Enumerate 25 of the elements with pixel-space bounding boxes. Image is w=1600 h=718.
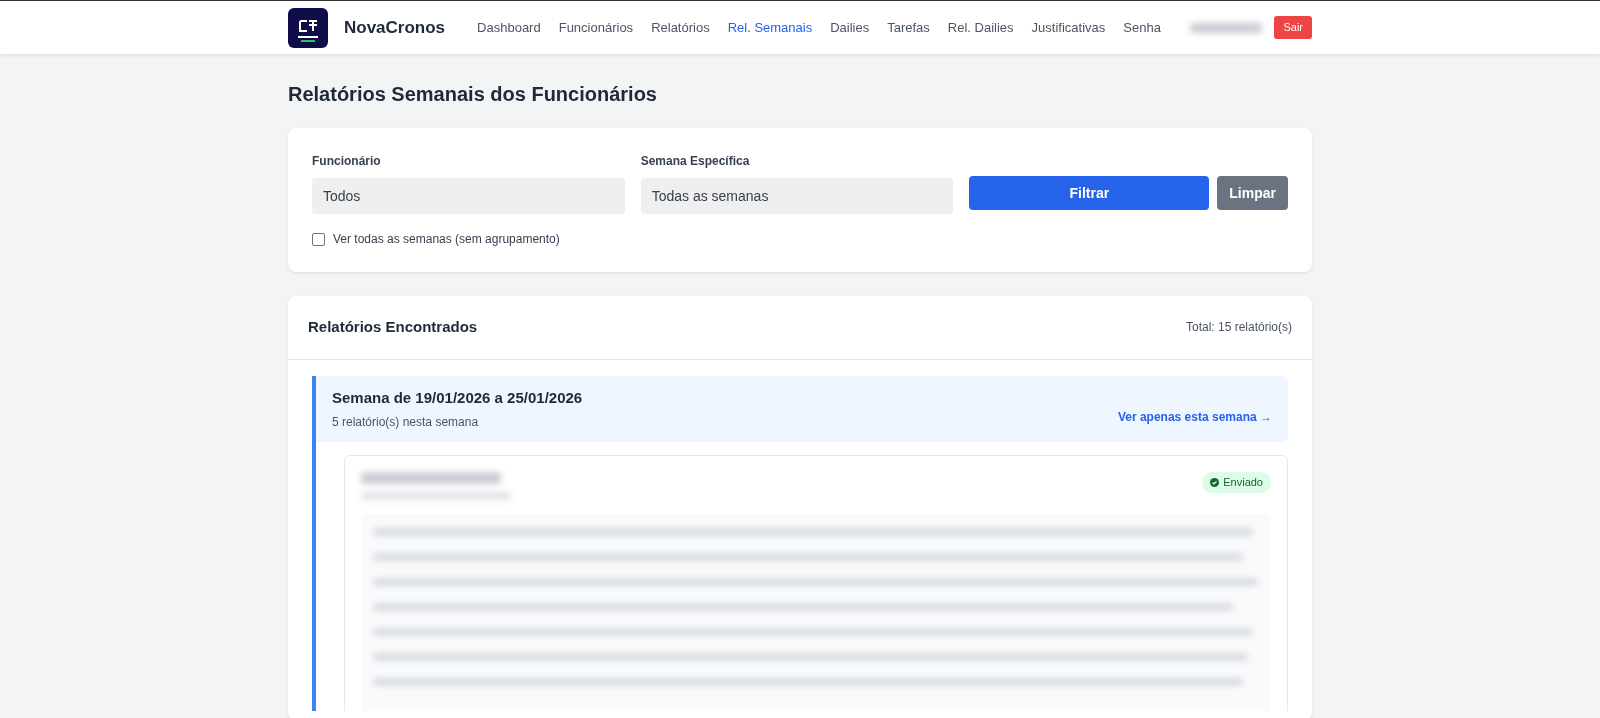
nav-link[interactable]: Senha bbox=[1123, 17, 1161, 38]
clear-button[interactable]: Limpar bbox=[1217, 176, 1288, 210]
nav-link[interactable]: Rel. Semanais bbox=[727, 17, 813, 38]
logout-button[interactable]: Sair bbox=[1274, 16, 1312, 39]
section-title: Relatórios Encontrados bbox=[308, 317, 478, 337]
filter-button[interactable]: Filtrar bbox=[969, 176, 1210, 210]
nav-link[interactable]: Tarefas bbox=[887, 17, 930, 38]
nav-link[interactable]: Justificativas bbox=[1031, 17, 1106, 38]
brand-name[interactable]: NovaCronos bbox=[344, 14, 446, 41]
select-field[interactable]: Todos bbox=[312, 178, 625, 214]
nav-link[interactable]: Relatórios bbox=[651, 17, 710, 38]
select-field[interactable]: Todas as semanas bbox=[640, 178, 954, 214]
page-title: Relatórios Semanais dos Funcionários bbox=[288, 82, 658, 106]
week-link[interactable]: Ver apenas esta semana → bbox=[1117, 407, 1272, 426]
nav-link[interactable]: Funcionários bbox=[558, 17, 634, 38]
total-count: Total: 15 relatório(s) bbox=[1185, 319, 1292, 337]
nav-link[interactable]: Rel. Dailies bbox=[947, 17, 1014, 38]
status-badge: Enviado bbox=[1202, 472, 1271, 493]
field-label: Funcionário bbox=[312, 153, 382, 170]
checkbox-label[interactable]: Ver todas as semanas (sem agrupamento) bbox=[333, 230, 560, 248]
nav-link[interactable]: Dailies bbox=[830, 17, 870, 38]
nav-link[interactable]: Dashboard bbox=[477, 17, 541, 38]
week-title: Semana de 19/01/2026 a 25/01/2026 bbox=[332, 387, 583, 408]
report-count: 5 relatório(s) nesta semana bbox=[332, 414, 480, 431]
field-label: Semana Específica bbox=[640, 153, 751, 170]
